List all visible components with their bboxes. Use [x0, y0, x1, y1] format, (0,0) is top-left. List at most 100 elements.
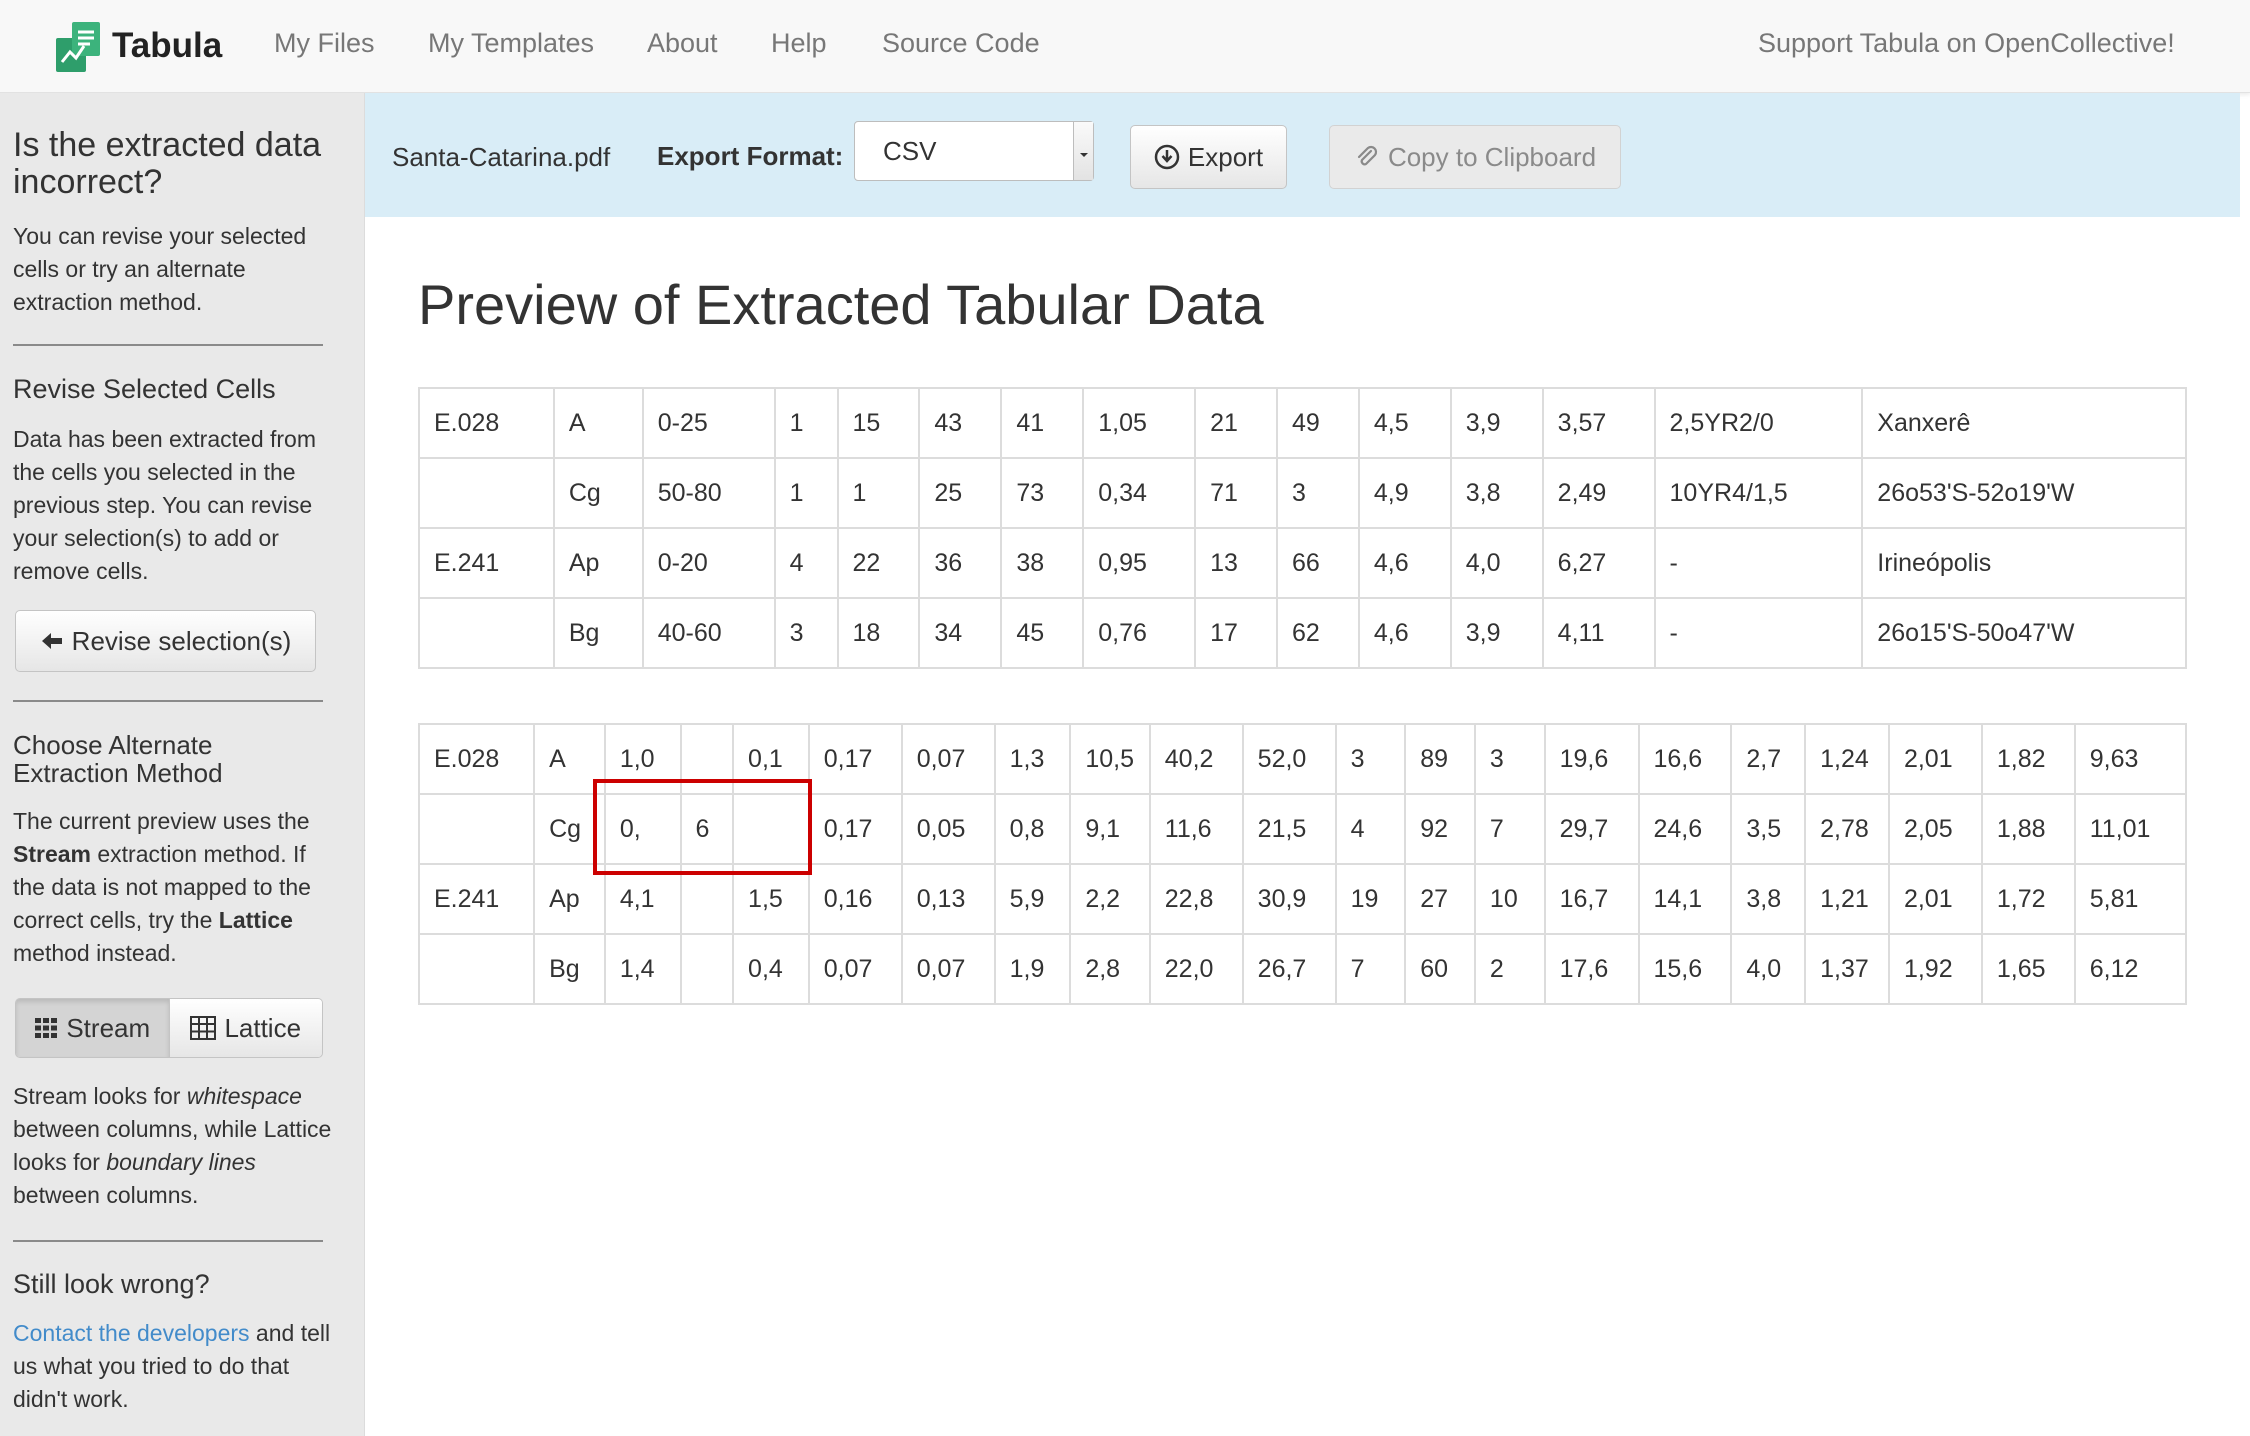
- table-cell: 0,34: [1082, 457, 1197, 529]
- table-cell: 6: [679, 793, 735, 865]
- table-cell: 41: [1000, 387, 1085, 459]
- table-row: E.241 Ap 0-20 4 22 36 38 0,95 13 66 4,6 4,0 6,27- Iri…: [418, 527, 2187, 599]
- table-cell: [417, 793, 536, 865]
- table-cell: 29,7: [1543, 793, 1640, 865]
- table-cell: 0,8: [993, 793, 1072, 865]
- table-cell: 40,2: [1148, 723, 1244, 795]
- brand-link[interactable]: Tabula: [54, 16, 222, 76]
- table-cell: Ap: [533, 863, 606, 935]
- table-cell: Irineópolis: [1861, 527, 2187, 599]
- table-cell: 40-60: [641, 597, 776, 669]
- sidebar: Is the extracted data incorrect? You can…: [0, 93, 365, 1436]
- table-cell: 22,8: [1148, 863, 1244, 935]
- table-cell: [679, 933, 735, 1005]
- nav-my-files[interactable]: My Files: [274, 28, 375, 59]
- nav-about[interactable]: About: [647, 28, 718, 59]
- table-cell: 5,81: [2073, 863, 2188, 935]
- table-cell: 21,5: [1241, 793, 1337, 865]
- sidebar-divider: [13, 344, 323, 346]
- stream-method-button[interactable]: Stream: [16, 999, 169, 1057]
- table-cell: 2,5YR2/0: [1653, 387, 1864, 459]
- table-cell: 1,72: [1980, 863, 2076, 935]
- table-row: E.241 Ap 4,1 1,5 0,16 0,13 5,9 2,2 22,8 30,9 19 27 1…: [417, 863, 2188, 935]
- export-format-value: CSV: [883, 135, 937, 166]
- table-cell: 4,9: [1357, 457, 1452, 529]
- table-cell: Bg: [552, 597, 644, 669]
- table-cell: 10YR4/1,5: [1653, 457, 1864, 529]
- table-cell: 43: [918, 387, 1003, 459]
- table-cell: 16,7: [1543, 863, 1640, 935]
- table-cell: 13: [1194, 527, 1278, 599]
- table-cell: 4: [1334, 793, 1407, 865]
- nav-help[interactable]: Help: [771, 28, 827, 59]
- table-cell: 18: [836, 597, 921, 669]
- table-row: Cg 0, 6 0,17 0,05 0,8 9,1 11,6 21,5 4 92 7 29,7 24,6 3…: [417, 793, 2188, 865]
- table-cell: 30,9: [1241, 863, 1337, 935]
- table-cell: 26o15'S-50o47'W: [1861, 597, 2187, 669]
- table-cell: 22: [836, 527, 921, 599]
- export-format-label: Export Format:: [657, 141, 844, 171]
- lattice-method-label: Lattice: [224, 1012, 302, 1043]
- table-cell: E.028: [417, 723, 536, 795]
- download-circle-icon: [1154, 144, 1180, 170]
- table-cell: 1,82: [1980, 723, 2076, 795]
- revise-selection-button[interactable]: Revise selection(s): [15, 610, 316, 672]
- table-cell: 2,2: [1069, 863, 1151, 935]
- table-cell: 45: [1000, 597, 1085, 669]
- table-cell: 0,76: [1082, 597, 1197, 669]
- table-cell: 3,9: [1449, 387, 1544, 459]
- revise-text: Data has been extracted from the cells y…: [13, 426, 316, 584]
- table-cell: 4,0: [1730, 933, 1807, 1005]
- table-cell: 4,5: [1357, 387, 1452, 459]
- table-cell: 34: [918, 597, 1003, 669]
- alt-method-text: The current preview uses the Stream extr…: [13, 808, 311, 966]
- export-format-select[interactable]: CSV: [854, 121, 1094, 181]
- table-cell: 4,11: [1541, 597, 1656, 669]
- table-cell: 17,6: [1543, 933, 1640, 1005]
- table-cell: E.028: [418, 387, 555, 459]
- table-cell: 0,16: [807, 863, 903, 935]
- table-cell: 3,5: [1730, 793, 1807, 865]
- export-button[interactable]: Export: [1130, 125, 1287, 189]
- table-cell: 7: [1334, 933, 1407, 1005]
- table-cell: 0,17: [807, 723, 903, 795]
- copy-to-clipboard-label: Copy to Clipboard: [1387, 141, 1597, 172]
- table-cell: 0-20: [641, 527, 776, 599]
- revise-heading: Revise Selected Cells: [13, 374, 276, 404]
- table-cell: 15: [836, 387, 921, 459]
- table-cell: 0,17: [807, 793, 903, 865]
- table-cell: 0-25: [641, 387, 776, 459]
- table-cell: 0,07: [900, 933, 996, 1005]
- table-cell: 4: [773, 527, 839, 599]
- table-cell: 1,92: [1887, 933, 1983, 1005]
- table-row: E.028 A 0-25 1 15 43 41 1,05 21 49 4,5 3,9 3,57 2,5YR…: [418, 387, 2187, 459]
- table-cell: 1,65: [1980, 933, 2076, 1005]
- nav-source-code[interactable]: Source Code: [882, 28, 1040, 59]
- nav-my-templates[interactable]: My Templates: [428, 28, 594, 59]
- table-cell: 4,1: [603, 863, 682, 935]
- alt-method-heading: Choose Alternate Extraction Method: [13, 730, 223, 788]
- table-cell: 9,63: [2073, 723, 2188, 795]
- lattice-method-button[interactable]: Lattice: [168, 999, 322, 1057]
- table-cell: 26,7: [1241, 933, 1337, 1005]
- table-cell: 7: [1473, 793, 1546, 865]
- table-cell: 3: [1473, 723, 1546, 795]
- contact-developers-link[interactable]: Contact the developers: [13, 1320, 250, 1346]
- nav-support-opencollective[interactable]: Support Tabula on OpenCollective!: [1758, 28, 2175, 59]
- copy-to-clipboard-button[interactable]: Copy to Clipboard: [1329, 125, 1621, 189]
- table-cell: 0,1: [732, 723, 810, 795]
- table-cell: 2,05: [1887, 793, 1983, 865]
- table-cell: 1,0: [603, 723, 682, 795]
- table-cell: E.241: [417, 863, 536, 935]
- table-cell: 24,6: [1637, 793, 1733, 865]
- table-cell: 1,4: [603, 933, 682, 1005]
- table-cell: 3: [1334, 723, 1407, 795]
- stream-method-label: Stream: [66, 1012, 151, 1043]
- table-cell: E.241: [418, 527, 555, 599]
- table-cell: A: [533, 723, 606, 795]
- table-cell: 1,05: [1082, 387, 1197, 459]
- page-title: Preview of Extracted Tabular Data: [418, 273, 1264, 336]
- table-cell: 2,01: [1887, 863, 1983, 935]
- export-button-label: Export: [1187, 141, 1264, 172]
- sidebar-divider: [13, 1240, 323, 1242]
